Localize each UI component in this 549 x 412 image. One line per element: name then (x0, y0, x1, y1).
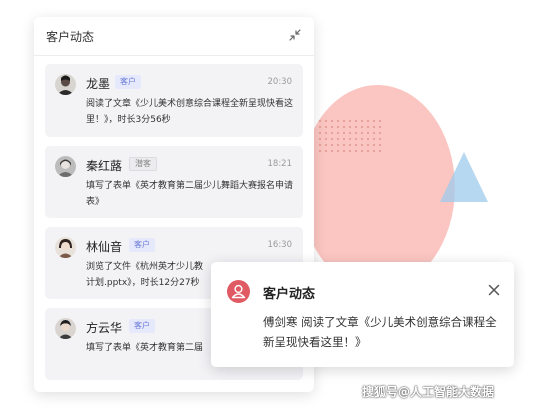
activity-description: 阅读了文章《少儿美术创意综合课程全新呈现快看这里！》，时长3分56秒 (86, 99, 294, 125)
activity-time: 20:30 (267, 77, 293, 87)
activity-time: 16:30 (267, 240, 293, 250)
prospect-tag: 潜客 (129, 157, 157, 171)
collapse-arrows-icon[interactable] (288, 28, 302, 42)
activity-time: 18:21 (267, 159, 293, 169)
customer-name: 方云华 (86, 321, 123, 335)
customer-tag: 客户 (129, 238, 155, 252)
panel-title: 客户动态 (46, 30, 95, 44)
activity-description: 填写了表单《英才教育第二届少儿舞蹈大赛报名申请表》 (86, 181, 294, 207)
activity-card[interactable]: 秦红蕗 潜客 18:21 填写了表单《英才教育第二届少儿舞蹈大赛报名申请表》 (45, 146, 303, 218)
activity-card[interactable]: 龙墨 客户 20:30 阅读了文章《少儿美术创意综合课程全新呈现快看这里！》，时… (45, 64, 303, 137)
avatar (55, 237, 76, 258)
customer-name: 秦红蕗 (86, 159, 123, 173)
close-icon[interactable] (488, 284, 500, 296)
avatar (55, 318, 76, 339)
avatar (55, 156, 76, 177)
decorative-circle (300, 85, 455, 290)
watermark: 搜狐号@人工智能大数据 (362, 385, 495, 399)
customer-name: 林仙音 (86, 240, 123, 254)
avatar (55, 74, 76, 95)
customer-tag: 客户 (115, 75, 141, 89)
customer-tag: 客户 (129, 319, 155, 333)
user-icon (227, 280, 250, 303)
popup-message: 傅剑寒 阅读了文章《少儿美术创意综合课程全新呈现快看这里！》 (263, 315, 497, 349)
decorative-triangle (440, 152, 488, 202)
panel-header: 客户动态 (34, 17, 314, 56)
popup-title: 客户动态 (263, 287, 316, 302)
notification-popup[interactable]: 客户动态 傅剑寒 阅读了文章《少儿美术创意综合课程全新呈现快看这里！》 (211, 262, 514, 367)
decorative-dot-pattern (317, 118, 383, 156)
stage: 客户动态 龙墨 客户 20:30 阅读了文章《少儿美术创意综合课程全新呈现快看这… (0, 0, 549, 412)
customer-name: 龙墨 (86, 77, 111, 91)
